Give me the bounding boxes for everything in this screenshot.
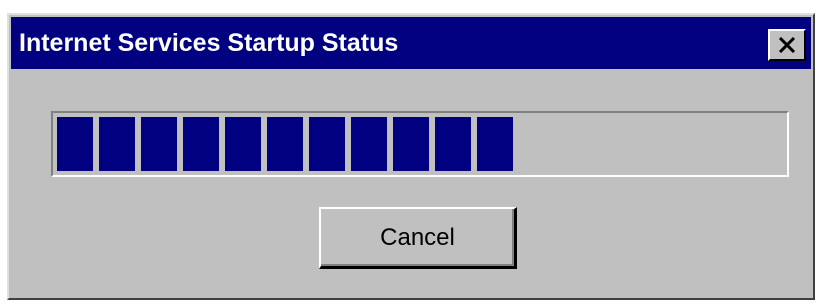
progress-block [477, 117, 513, 171]
startup-status-dialog: Internet Services Startup Status Cancel [7, 13, 815, 300]
close-button[interactable] [768, 29, 806, 61]
progress-block [393, 117, 429, 171]
window-title: Internet Services Startup Status [19, 29, 399, 57]
progress-block [351, 117, 387, 171]
close-icon [778, 37, 796, 53]
progress-block [57, 117, 93, 171]
progress-block [309, 117, 345, 171]
progress-fill-area [57, 117, 783, 171]
progress-block [183, 117, 219, 171]
progress-block [267, 117, 303, 171]
progress-block [99, 117, 135, 171]
progress-bar [51, 111, 789, 177]
progress-block [435, 117, 471, 171]
cancel-button[interactable]: Cancel [319, 207, 517, 269]
progress-block [225, 117, 261, 171]
title-bar[interactable]: Internet Services Startup Status [11, 17, 811, 69]
progress-block [141, 117, 177, 171]
